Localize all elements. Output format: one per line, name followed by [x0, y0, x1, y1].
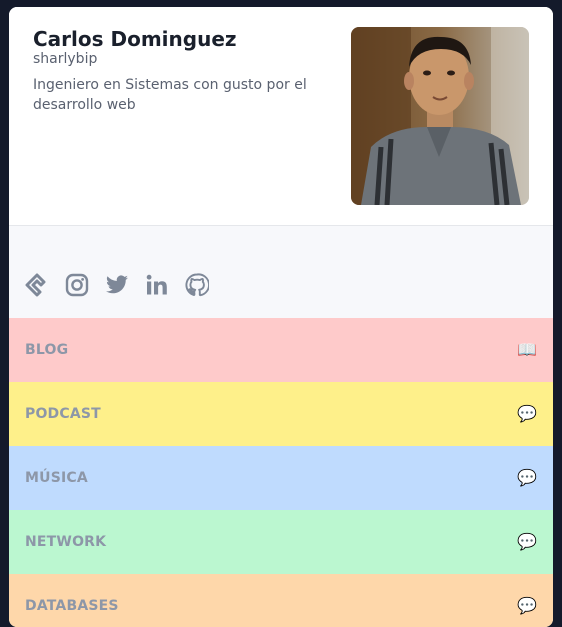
- link-label: MÚSICA: [25, 470, 88, 486]
- dev-diamond-icon[interactable]: [24, 272, 50, 298]
- link-list: BLOG 📖 PODCAST 💬 MÚSICA 💬 NETWORK 💬 DATA…: [9, 318, 553, 627]
- profile-name: Carlos Dominguez: [33, 27, 237, 51]
- instagram-icon[interactable]: [64, 272, 90, 298]
- github-icon[interactable]: [184, 272, 210, 298]
- profile-handle: sharlybip: [33, 51, 98, 67]
- link-label: DATABASES: [25, 598, 119, 614]
- link-label: PODCAST: [25, 406, 101, 422]
- linkedin-icon[interactable]: [144, 272, 170, 298]
- social-icons-row: [24, 272, 210, 298]
- social-links-bar: [9, 226, 553, 318]
- speech-bubble-icon: 💬: [517, 596, 537, 615]
- link-musica[interactable]: MÚSICA 💬: [9, 446, 553, 510]
- open-book-icon: 📖: [517, 340, 537, 359]
- profile-bio: Ingeniero en Sistemas con gusto por el d…: [33, 77, 307, 113]
- link-blog[interactable]: BLOG 📖: [9, 318, 553, 382]
- avatar: [351, 27, 529, 205]
- link-label: BLOG: [25, 342, 69, 358]
- link-network[interactable]: NETWORK 💬: [9, 510, 553, 574]
- profile-header: Carlos Dominguez sharlybip Ingeniero en …: [9, 7, 553, 226]
- link-podcast[interactable]: PODCAST 💬: [9, 382, 553, 446]
- speech-bubble-icon: 💬: [517, 532, 537, 551]
- link-databases[interactable]: DATABASES 💬: [9, 574, 553, 627]
- avatar-photo: [351, 27, 529, 205]
- speech-bubble-icon: 💬: [517, 468, 537, 487]
- twitter-icon[interactable]: [104, 272, 130, 298]
- profile-card: Carlos Dominguez sharlybip Ingeniero en …: [9, 7, 553, 627]
- speech-bubble-icon: 💬: [517, 404, 537, 423]
- link-label: NETWORK: [25, 534, 107, 550]
